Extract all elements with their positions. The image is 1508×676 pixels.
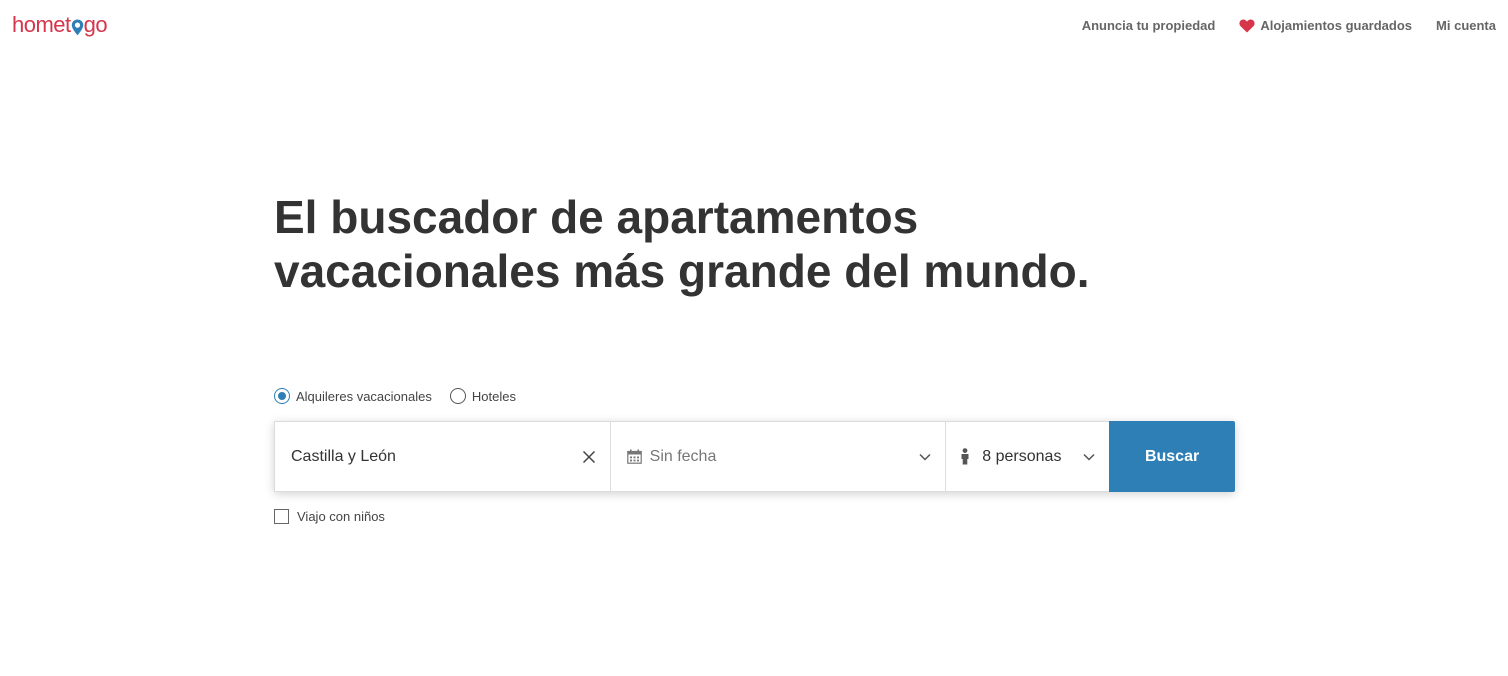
guests-value: 8 personas (982, 447, 1062, 465)
person-icon (960, 448, 970, 465)
heart-icon (1239, 19, 1255, 33)
guests-select[interactable]: 8 personas (945, 421, 1110, 492)
radio-button-checked[interactable] (274, 388, 290, 404)
map-pin-icon (71, 16, 84, 36)
chevron-down-icon (919, 453, 931, 461)
logo[interactable]: home t go (12, 12, 108, 38)
radio-vacation-rentals[interactable]: Alquileres vacacionales (274, 388, 432, 404)
radio-button-unchecked[interactable] (449, 388, 466, 404)
children-checkbox-label: Viajo con niños (297, 509, 385, 524)
hero-title-line-1: El buscador de apartamentos (274, 191, 919, 243)
chevron-down-icon (1083, 453, 1095, 461)
saved-properties-link[interactable]: Alojamientos guardados (1239, 18, 1412, 33)
search-bar: Castilla y León Sin fecha 8 personas Bus… (274, 421, 1235, 492)
saved-properties-label: Alojamientos guardados (1260, 18, 1413, 33)
hero-title-line-2: vacacionales más grande del mundo. (274, 245, 1090, 297)
destination-value: Castilla y León (291, 447, 396, 465)
radio-vacation-rentals-label: Alquileres vacacionales (296, 388, 432, 404)
date-value: Sin fecha (649, 447, 717, 465)
page: home t go Anuncia tu propiedad Alojamien… (0, 0, 1508, 676)
logo-text-home: home (12, 12, 66, 37)
checkbox-box[interactable] (274, 509, 289, 524)
close-icon[interactable] (582, 450, 596, 464)
calendar-icon (626, 449, 642, 464)
date-picker[interactable]: Sin fecha (609, 421, 946, 492)
my-account-link[interactable]: Mi cuenta (1436, 18, 1496, 33)
hero-title: El buscador de apartamentos vacacionales… (274, 190, 1234, 298)
radio-hotels[interactable]: Hoteles (449, 388, 516, 404)
list-property-link[interactable]: Anuncia tu propiedad (1082, 18, 1216, 33)
my-account-label: Mi cuenta (1436, 18, 1496, 33)
search-type-options: Alquileres vacacionales Hoteles (274, 388, 516, 404)
top-nav: Anuncia tu propiedad Alojamientos guarda… (1082, 18, 1496, 33)
radio-hotels-label: Hoteles (471, 388, 516, 404)
list-property-label: Anuncia tu propiedad (1081, 18, 1216, 33)
children-checkbox[interactable]: Viajo con niños (274, 509, 385, 524)
search-button[interactable]: Buscar (1109, 421, 1235, 492)
destination-input[interactable]: Castilla y León (274, 421, 610, 492)
logo-text-go: go (83, 12, 108, 37)
